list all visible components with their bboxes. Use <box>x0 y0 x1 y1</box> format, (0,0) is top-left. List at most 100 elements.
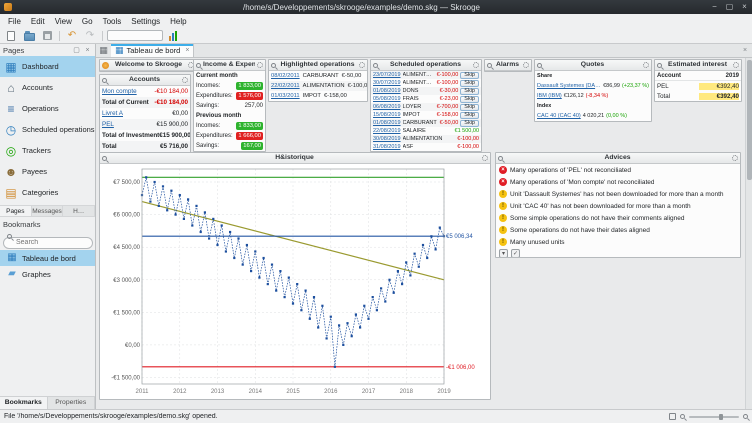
widget-menu-icon[interactable] <box>498 156 503 161</box>
skip-button[interactable]: Skip <box>460 120 479 127</box>
close-button[interactable]: × <box>737 0 752 14</box>
menu-item[interactable]: Edit <box>26 15 50 28</box>
new-document-button[interactable] <box>3 29 19 43</box>
zoom-slider-thumb[interactable] <box>719 414 723 420</box>
advice-expand-button[interactable]: ▾ <box>499 249 508 258</box>
account-name-link[interactable]: Mon compte <box>102 88 137 95</box>
menu-item[interactable]: Help <box>165 15 191 28</box>
scheduled-date-link[interactable]: 15/08/2019 <box>373 112 401 118</box>
scheduled-date-link[interactable]: 31/08/2019 <box>373 144 401 150</box>
menu-item[interactable]: Settings <box>126 15 165 28</box>
quote-name-link[interactable]: IBM (IBM) <box>537 93 562 99</box>
tabbar-close-button[interactable]: × <box>738 44 752 57</box>
widget-menu-icon[interactable] <box>271 63 276 68</box>
widget-menu-icon[interactable] <box>487 63 492 68</box>
skip-button[interactable]: Skip <box>460 88 479 95</box>
quote-name-link[interactable]: Share <box>537 73 552 79</box>
sidebar-page-item[interactable]: ▦ Dashboard <box>0 56 95 77</box>
skip-button[interactable]: Skip <box>460 96 479 103</box>
widget-settings-icon[interactable] <box>643 62 649 68</box>
scheduled-date-link[interactable]: 01/08/2019 <box>373 88 401 94</box>
redo-button[interactable]: ↷ <box>82 29 98 43</box>
scheduled-date-link[interactable]: 30/07/2019 <box>373 80 401 86</box>
skip-button[interactable]: Skip <box>460 72 479 79</box>
widget-menu-icon[interactable] <box>102 156 107 161</box>
scheduled-widget-header[interactable]: Scheduled operations <box>371 60 481 71</box>
dock-bottom-tab[interactable]: Properties <box>48 397 96 409</box>
widget-settings-icon[interactable] <box>182 77 188 83</box>
scheduled-date-link[interactable]: 01/08/2019 <box>373 120 401 126</box>
quotes-widget-header[interactable]: Quotes <box>535 60 651 71</box>
account-name-link[interactable]: Total of Current <box>102 99 149 106</box>
tab-close-icon[interactable]: × <box>185 47 189 54</box>
advice-item[interactable]: ! Many unused units <box>496 236 740 248</box>
skip-button[interactable]: Skip <box>460 104 479 111</box>
widget-settings-icon[interactable] <box>733 62 739 68</box>
account-name-link[interactable]: Total <box>102 143 117 150</box>
dock-tab[interactable]: H… <box>63 206 95 216</box>
advice-apply-button[interactable]: ✓ <box>511 249 520 258</box>
dock-bottom-tab[interactable]: Bookmarks <box>0 397 48 409</box>
undo-button[interactable]: ↶ <box>64 29 80 43</box>
widget-settings-icon[interactable] <box>359 62 365 68</box>
income-widget-header[interactable]: Income & Expenditure <box>194 60 265 71</box>
widget-settings-icon[interactable] <box>523 62 529 68</box>
welcome-widget-header[interactable]: Welcome to Skrooge <box>100 60 196 71</box>
operation-date-link[interactable]: 08/02/2011 <box>271 73 300 79</box>
operation-date-link[interactable]: 01/03/2011 <box>271 93 300 99</box>
sidebar-page-item[interactable]: ⌂ Accounts <box>0 77 95 98</box>
scrollbar-thumb[interactable] <box>747 60 752 180</box>
widget-menu-icon[interactable] <box>537 63 542 68</box>
zoom-slider[interactable] <box>689 416 739 418</box>
advice-item[interactable]: × Many operations of 'PEL' not reconcili… <box>496 164 740 176</box>
tab-list-button[interactable]: ▦ <box>96 44 111 57</box>
scheduled-date-link[interactable]: 30/08/2019 <box>373 136 401 142</box>
bookmark-search-input[interactable] <box>3 237 93 249</box>
widget-settings-icon[interactable] <box>473 62 479 68</box>
quote-name-link[interactable]: Index <box>537 103 551 109</box>
maximize-button[interactable]: ▢ <box>722 0 737 14</box>
zoom-in-icon[interactable] <box>743 414 748 419</box>
widget-menu-icon[interactable] <box>373 63 378 68</box>
sidebar-page-item[interactable]: ≡ Operations <box>0 98 95 119</box>
menu-item[interactable]: Go <box>77 15 98 28</box>
tab-tableau-de-bord[interactable]: ▦ Tableau de bord × <box>111 44 194 57</box>
save-button[interactable] <box>39 29 55 43</box>
menu-item[interactable]: Tools <box>98 15 127 28</box>
sidebar-page-item[interactable]: ◎ Trackers <box>0 140 95 161</box>
report-chart-button[interactable] <box>165 29 181 43</box>
quote-name-link[interactable]: CAC 40 (CAC 40) <box>537 113 581 119</box>
dock-float-button[interactable]: ▢ <box>72 46 81 54</box>
bookmark-item[interactable]: ▦ Tableau de bord <box>0 250 95 266</box>
toolbar-search-input[interactable] <box>107 30 163 41</box>
zoom-out-icon[interactable] <box>680 414 685 419</box>
dock-tab[interactable]: Messages <box>32 206 64 216</box>
accounts-widget-header[interactable]: Accounts <box>100 75 190 86</box>
dock-close-button[interactable]: × <box>83 47 92 54</box>
scheduled-date-link[interactable]: 06/08/2019 <box>373 104 401 110</box>
sidebar-page-item[interactable]: ☻ Payees <box>0 161 95 182</box>
advice-item[interactable]: ! Unit 'CAC 40' has not been downloaded … <box>496 200 740 212</box>
advice-item[interactable]: ! Unit 'Dassault Systemes' has not been … <box>496 188 740 200</box>
highlighted-widget-header[interactable]: Highlighted operations <box>269 60 367 71</box>
scheduled-date-link[interactable]: 22/08/2019 <box>373 128 401 134</box>
open-file-button[interactable] <box>21 29 37 43</box>
estimated-widget-header[interactable]: Estimated interest <box>655 60 741 71</box>
account-name-link[interactable]: PEL <box>102 121 114 128</box>
advices-widget-header[interactable]: Advices <box>496 153 740 164</box>
minimize-button[interactable]: − <box>707 0 722 14</box>
operation-date-link[interactable]: 22/02/2011 <box>271 83 300 89</box>
account-name-link[interactable]: Total of Investment <box>102 132 159 139</box>
widget-menu-icon[interactable] <box>657 63 662 68</box>
history-widget-header[interactable]: H&istorique <box>100 153 490 164</box>
zoom-fit-icon[interactable] <box>669 413 676 420</box>
alarms-widget-header[interactable]: Alarms <box>485 60 531 71</box>
widget-settings-icon[interactable] <box>257 62 263 68</box>
vertical-scrollbar[interactable] <box>745 58 752 409</box>
history-chart[interactable]: €7 500,00€6 000,00€4 500,00€3 000,00€1 5… <box>100 164 490 399</box>
advice-item[interactable]: ! Some simple operations do not have the… <box>496 212 740 224</box>
widget-settings-icon[interactable] <box>482 155 488 161</box>
menu-item[interactable]: View <box>50 15 77 28</box>
scheduled-date-link[interactable]: 05/08/2019 <box>373 96 401 102</box>
widget-menu-icon[interactable] <box>196 63 201 68</box>
